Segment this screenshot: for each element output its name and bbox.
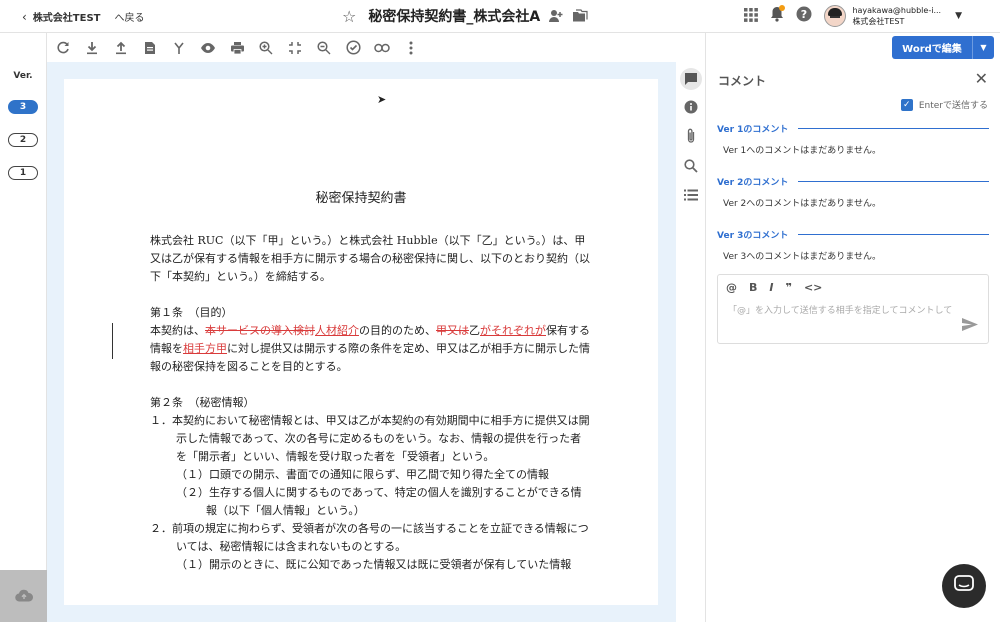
article-1-heading: 第１条 （目的） [150, 306, 233, 319]
version-3-comments: Ver 3のコメント Ver 3へのコメントはまだありません。 [717, 228, 989, 262]
article-2-clause-1-item-2: （２）生存する個人に関するものであって、特定の個人を識別することができる情報（以… [176, 486, 582, 517]
back-company-name: 株式会社TEST [32, 13, 101, 24]
article-2-clause-2-item-1: （１）開示のときに、既に公知であった情報又は既に受領者が保有していた情報 [176, 558, 572, 571]
bell-icon[interactable] [770, 5, 786, 26]
bold-icon[interactable]: B [749, 281, 757, 294]
help-icon[interactable]: ? [796, 6, 812, 26]
comment-editor[interactable]: @ B I ❞ <> 「@」を入力して送信する相手を指定してコメントして [717, 274, 989, 344]
change-bar [112, 323, 113, 359]
edit-in-word-button[interactable]: Wordで編集 ▼ [892, 36, 994, 59]
caret-down-icon[interactable]: ▼ [955, 11, 962, 21]
chat-support-button[interactable] [942, 564, 986, 608]
enter-to-send-label: Enterで送信する [918, 101, 988, 111]
list-icon[interactable] [682, 186, 700, 204]
refresh-icon[interactable] [54, 39, 72, 57]
version-label: Ver. [13, 71, 33, 81]
mouse-cursor-icon: ➤ [377, 93, 387, 106]
info-icon[interactable] [682, 98, 700, 116]
add-person-icon[interactable] [548, 8, 564, 24]
merge-icon[interactable] [170, 39, 188, 57]
contract-body: 株式会社 RUC（以下「甲」という。）と株式会社 Hubble（以下「乙」という… [150, 232, 590, 574]
caret-down-icon[interactable]: ▼ [973, 43, 994, 52]
svg-text:?: ? [801, 8, 807, 21]
version-2-comments: Ver 2のコメント Ver 2へのコメントはまだありません。 [717, 175, 989, 209]
notification-badge [779, 5, 786, 11]
avatar [824, 5, 847, 27]
document-page: ➤ 秘密保持契約書 株式会社 RUC（以下「甲」という。）と株式会社 Hubbl… [64, 79, 658, 605]
italic-icon[interactable]: I [769, 281, 773, 294]
article-2-heading: 第２条 （秘密情報） [150, 396, 255, 409]
version-2-empty-message: Ver 2へのコメントはまだありません。 [723, 199, 882, 209]
version-1-comments: Ver 1のコメント Ver 1へのコメントはまだありません。 [717, 122, 989, 156]
edit-in-word-label: Wordで編集 [902, 44, 962, 55]
zoom-out-icon[interactable] [315, 39, 333, 57]
user-email: hayakawa@hubble-i... [852, 6, 942, 15]
enter-to-send-option[interactable]: ✓ Enterで送信する [900, 98, 988, 111]
download-icon[interactable] [83, 39, 101, 57]
deleted-text: 本サービスの導入検討 [205, 324, 315, 337]
folder-share-icon[interactable] [572, 8, 588, 24]
search-icon[interactable] [682, 157, 700, 175]
comment-panel: コメント ✕ ✓ Enterで送信する Ver 1のコメント Ver 1へのコメ… [706, 62, 1000, 622]
article-2-clause-2: ２．前項の規定に拘わらず、受領者が次の各号の一に該当することを立証できる情報につ… [150, 522, 589, 553]
more-vertical-icon[interactable] [402, 39, 420, 57]
print-icon[interactable] [228, 39, 246, 57]
comment-panel-title: コメント [718, 74, 767, 88]
mention-icon[interactable]: @ [726, 281, 737, 294]
version-1-comments-heading: Ver 1のコメント [717, 125, 789, 135]
back-link[interactable]: ‹ 株式会社TEST へ戻る [22, 9, 145, 25]
article-2-clause-1: １．本契約において秘密情報とは、甲又は乙が本契約の有効期間中に相手方に提供又は開… [150, 414, 590, 463]
version-1-empty-message: Ver 1へのコメントはまだありません。 [723, 146, 882, 156]
zoom-in-icon[interactable] [257, 39, 275, 57]
user-company: 株式会社TEST [852, 17, 905, 26]
comment-icon[interactable] [680, 68, 702, 90]
document-toolbar [47, 33, 705, 62]
upload-area[interactable] [0, 570, 47, 622]
eye-icon[interactable] [199, 39, 217, 57]
quote-icon[interactable]: ❞ [785, 281, 791, 294]
check-circle-icon[interactable] [344, 39, 362, 57]
intro-paragraph: 株式会社 RUC（以下「甲」という。）と株式会社 Hubble（以下「乙」という… [150, 234, 590, 283]
top-bar: ‹ 株式会社TEST へ戻る ☆ 秘密保持契約書_株式会社A ? hayakaw… [0, 0, 1000, 33]
version-sidebar: Ver. 3 2 1 [0, 33, 47, 622]
attachment-icon[interactable] [682, 127, 700, 145]
side-panel-rail [676, 62, 705, 622]
chevron-left-icon: ‹ [22, 9, 27, 24]
version-3-comments-heading: Ver 3のコメント [717, 231, 789, 241]
document-title: 秘密保持契約書_株式会社A [368, 9, 541, 25]
inserted-text: がそれぞれが [480, 324, 546, 337]
inserted-text: 相手方甲 [183, 342, 227, 355]
link-icon[interactable] [373, 39, 391, 57]
user-menu[interactable]: hayakawa@hubble-i... 株式会社TEST ▼ [824, 5, 962, 27]
version-pill-3[interactable]: 3 [8, 100, 38, 114]
upload-icon[interactable] [112, 39, 130, 57]
back-label: へ戻る [114, 13, 145, 24]
apps-grid-icon[interactable] [744, 7, 759, 26]
star-icon[interactable]: ☆ [342, 7, 356, 26]
fit-icon[interactable] [286, 39, 304, 57]
checkbox-checked-icon[interactable]: ✓ [900, 98, 913, 111]
article-2-clause-1-item-1: （１）口頭での開示、書面での通知に限らず、甲乙間で知り得た全ての情報 [176, 468, 550, 481]
send-icon[interactable] [962, 316, 978, 335]
comment-input[interactable]: 「@」を入力して送信する相手を指定してコメントして [728, 303, 980, 316]
version-pill-2[interactable]: 2 [8, 133, 38, 147]
contract-title: 秘密保持契約書 [315, 191, 407, 206]
version-2-comments-heading: Ver 2のコメント [717, 178, 789, 188]
document-icon[interactable] [141, 39, 159, 57]
cloud-upload-icon [14, 587, 33, 606]
document-viewer[interactable]: ➤ 秘密保持契約書 株式会社 RUC（以下「甲」という。）と株式会社 Hubbl… [47, 62, 676, 622]
close-icon[interactable]: ✕ [975, 69, 988, 88]
chat-icon [954, 575, 974, 597]
version-pill-1[interactable]: 1 [8, 166, 38, 180]
article-1-text: 本契約は、本サービスの導入検討人材紹介の目的のため、甲又は乙がそれぞれが保有する… [150, 324, 590, 373]
inserted-text: 人材紹介 [315, 324, 359, 337]
deleted-text: 甲又は [436, 324, 469, 337]
code-icon[interactable]: <> [804, 281, 822, 294]
version-3-empty-message: Ver 3へのコメントはまだありません。 [723, 252, 882, 262]
